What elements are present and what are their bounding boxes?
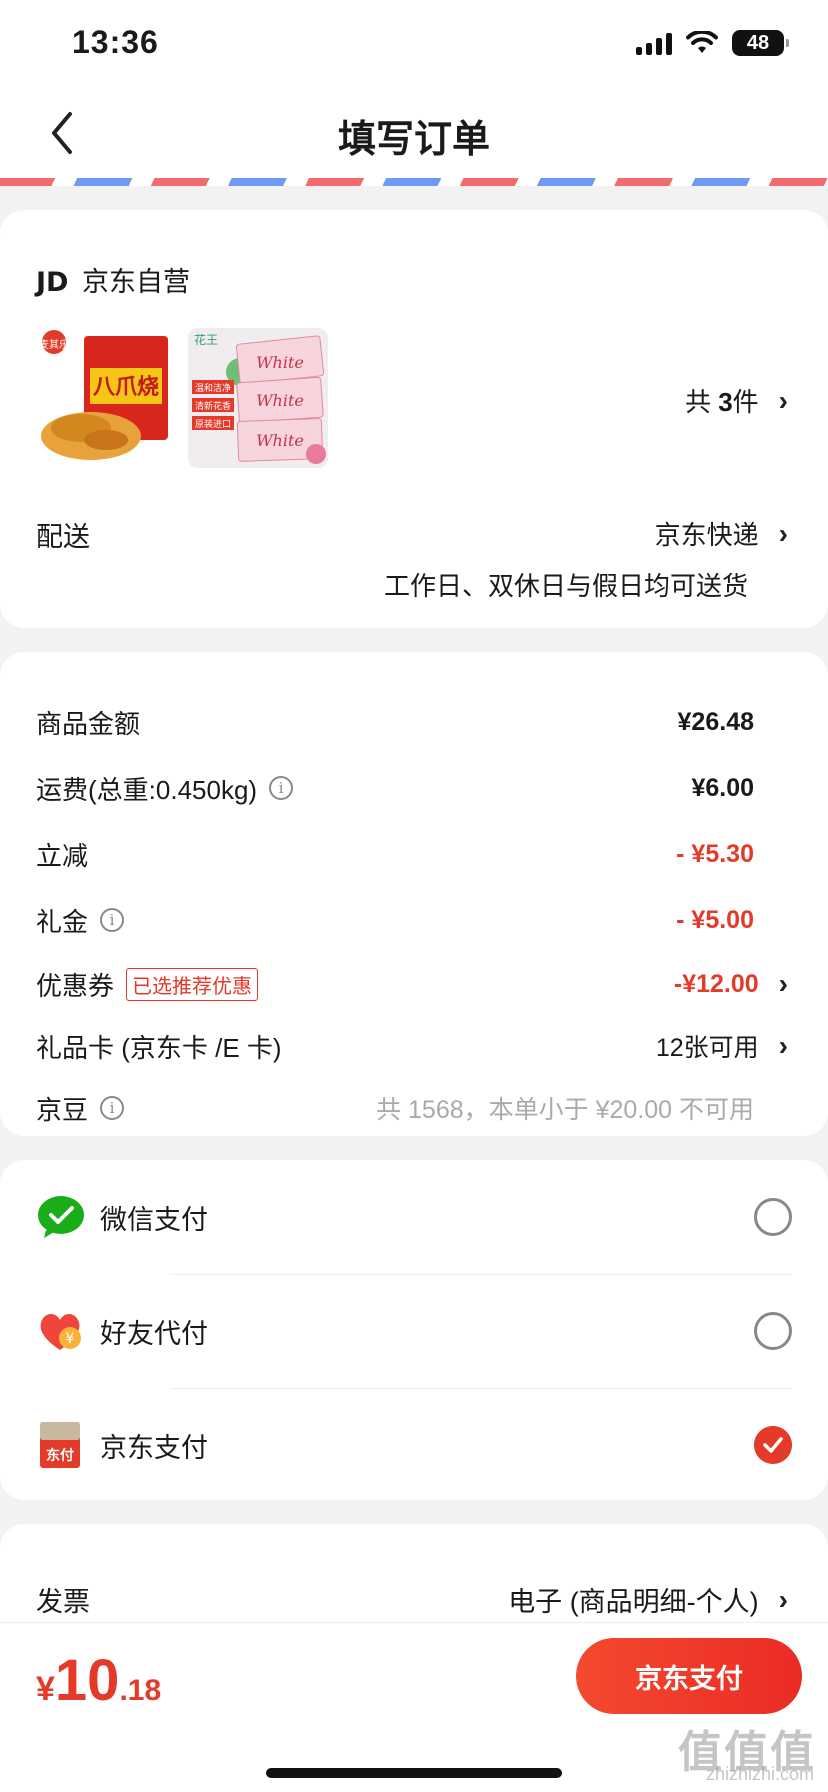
total-decimal: .18 bbox=[119, 1674, 162, 1707]
page-title: 填写订单 bbox=[337, 119, 490, 161]
shop-name: JD 京东自营 bbox=[36, 260, 190, 299]
cellular-signal-icon bbox=[636, 31, 672, 55]
payment-option-jdpay[interactable]: 东付 京东支付 bbox=[0, 1388, 828, 1502]
soap-label-2: White bbox=[256, 391, 304, 410]
soap-badge-1: 温和洁净 bbox=[195, 382, 231, 394]
delivery-method: 京东快递 bbox=[654, 520, 759, 550]
soap-label-3: White bbox=[256, 431, 304, 450]
price-value: 12张可用 bbox=[655, 1034, 759, 1062]
jd-pay-icon-text: 东付 bbox=[46, 1447, 74, 1464]
info-icon[interactable]: i bbox=[100, 908, 125, 932]
snack-bag-image: 八爪烧 麦其乐 bbox=[39, 330, 168, 460]
price-value: ¥6.00 bbox=[691, 773, 754, 802]
info-icon[interactable]: i bbox=[269, 776, 294, 800]
wechat-pay-icon bbox=[38, 1196, 84, 1238]
price-value: - ¥5.30 bbox=[676, 839, 754, 868]
invoice-row[interactable]: 发票 电子 (商品明细-个人) › bbox=[36, 1580, 788, 1619]
status-bar: 13:36 48 bbox=[0, 0, 828, 88]
price-row-discount: 立减 - ¥5.30 bbox=[36, 834, 788, 874]
product-image-soap[interactable]: 花王 White White White 温和洁净 清新花香 原装进口 bbox=[188, 328, 328, 468]
shop-card: JD 京东自营 八爪烧 麦其乐 花王 White White White 温和洁… bbox=[0, 210, 828, 628]
check-icon[interactable] bbox=[754, 1426, 792, 1464]
price-label: 商品金额 bbox=[36, 708, 141, 739]
price-label: 礼金 bbox=[36, 906, 89, 937]
price-row-gift-money: 礼金 i - ¥5.00 bbox=[36, 900, 788, 940]
soap-label-1: White bbox=[256, 353, 304, 372]
price-label: 运费(总重:0.450kg) bbox=[36, 774, 258, 805]
chevron-right-icon: › bbox=[778, 384, 788, 416]
friend-pay-symbol: ¥ bbox=[66, 1331, 75, 1347]
chevron-right-icon: › bbox=[778, 968, 788, 999]
price-value: 共 1568，本单小于 ¥20.00 不可用 bbox=[376, 1096, 754, 1124]
coupon-tag: 已选推荐优惠 bbox=[126, 967, 259, 1001]
jd-logo: JD bbox=[36, 267, 69, 298]
price-row-goods: 商品金额 ¥26.48 bbox=[36, 702, 788, 742]
soap-box-image: 花王 White White White 温和洁净 清新花香 原装进口 bbox=[188, 328, 328, 468]
payment-label: 好友代付 bbox=[100, 1318, 208, 1349]
soap-badge-3: 原装进口 bbox=[195, 418, 231, 430]
soap-badge-2: 清新花香 bbox=[195, 400, 231, 412]
price-label: 优惠券 bbox=[36, 970, 115, 1001]
product2-brand: 花王 bbox=[194, 332, 218, 347]
invoice-label: 发票 bbox=[36, 1587, 90, 1617]
currency-symbol: ¥ bbox=[36, 1670, 55, 1708]
status-icons: 48 bbox=[636, 30, 789, 56]
status-time: 13:36 bbox=[72, 24, 159, 60]
total-integer: 10 bbox=[54, 1648, 120, 1713]
wifi-icon bbox=[686, 31, 718, 53]
radio-unchecked[interactable] bbox=[754, 1312, 792, 1350]
price-row-jd-beans: 京豆 i 共 1568，本单小于 ¥20.00 不可用 bbox=[36, 1088, 788, 1128]
payment-methods-card: 微信支付 ¥ 好友代付 东付 京东支付 bbox=[0, 1160, 828, 1500]
payment-label: 京东支付 bbox=[100, 1432, 208, 1463]
home-indicator[interactable] bbox=[266, 1768, 562, 1778]
price-row-coupon[interactable]: 优惠券 已选推荐优惠 -¥12.00 › bbox=[36, 964, 788, 1004]
chevron-right-icon: › bbox=[778, 517, 788, 549]
product1-brand: 麦其乐 bbox=[39, 339, 69, 351]
price-value: -¥12.00 bbox=[673, 969, 759, 998]
invoice-value: 电子 (商品明细-个人) bbox=[508, 1587, 759, 1617]
product1-name: 八爪烧 bbox=[93, 375, 159, 400]
delivery-note: 工作日、双休日与假日均可送货 bbox=[383, 571, 748, 601]
submit-pay-button[interactable]: 京东支付 bbox=[576, 1638, 802, 1714]
price-value: - ¥5.00 bbox=[676, 905, 754, 934]
battery-icon: 48 bbox=[732, 30, 789, 56]
price-label: 京豆 bbox=[36, 1094, 89, 1125]
price-summary-card: 商品金额 ¥26.48 运费(总重:0.450kg) i ¥6.00 立减 - ¥… bbox=[0, 652, 828, 1136]
total-amount: ¥ 10 .18 bbox=[36, 1647, 161, 1714]
price-label: 立减 bbox=[36, 840, 89, 871]
product-image-snack[interactable]: 八爪烧 麦其乐 bbox=[36, 328, 176, 468]
price-value: ¥26.48 bbox=[677, 707, 754, 736]
watermark-url: zhizhizhi.com bbox=[705, 1764, 814, 1784]
shop-name-label: 京东自营 bbox=[81, 267, 190, 297]
payment-option-friend[interactable]: ¥ 好友代付 bbox=[0, 1274, 828, 1388]
price-row-gift-card[interactable]: 礼品卡 (京东卡 /E 卡) 12张可用 › bbox=[36, 1026, 788, 1066]
price-label: 礼品卡 (京东卡 /E 卡) bbox=[36, 1032, 282, 1063]
payment-option-wechat[interactable]: 微信支付 bbox=[0, 1160, 828, 1274]
navigation-bar: 填写订单 bbox=[0, 88, 828, 178]
jd-pay-icon: 东付 bbox=[40, 1422, 80, 1468]
radio-unchecked[interactable] bbox=[754, 1198, 792, 1236]
chevron-right-icon: › bbox=[778, 1583, 788, 1615]
price-row-shipping: 运费(总重:0.450kg) i ¥6.00 bbox=[36, 768, 788, 808]
heart-pay-icon: ¥ bbox=[40, 1314, 81, 1350]
info-icon[interactable]: i bbox=[100, 1096, 125, 1120]
delivery-selector[interactable]: 京东快递 › 工作日、双休日与假日均可送货 bbox=[384, 515, 788, 603]
chevron-right-icon: › bbox=[778, 1030, 788, 1061]
airmail-stripe bbox=[0, 178, 828, 186]
item-count-link[interactable]: 共 3件 › bbox=[685, 382, 788, 419]
delivery-label: 配送 bbox=[36, 522, 90, 552]
item-count: 共 3件 bbox=[684, 387, 759, 417]
payment-label: 微信支付 bbox=[100, 1204, 208, 1235]
